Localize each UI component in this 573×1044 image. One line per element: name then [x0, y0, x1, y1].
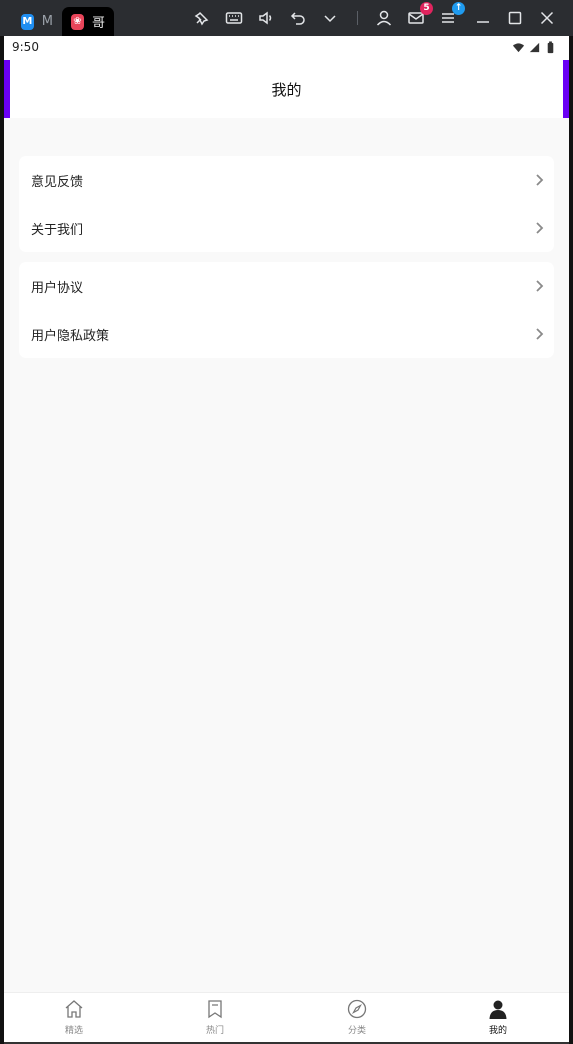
menu-item-user-agreement[interactable]: 用户协议 — [19, 262, 554, 310]
compass-icon — [347, 999, 367, 1019]
volume-icon[interactable] — [257, 9, 275, 27]
wifi-icon — [512, 43, 525, 53]
chevron-right-icon — [532, 173, 546, 187]
tab-label: 热门 — [205, 1026, 224, 1036]
battery-icon — [547, 41, 554, 54]
chevron-down-icon[interactable] — [321, 9, 339, 27]
tab-featured[interactable]: 精选 — [44, 998, 104, 1040]
menu-item-label: 用户协议 — [31, 280, 84, 296]
emulator-tab-2[interactable]: ❀ 哥 — [62, 7, 114, 36]
tab-category[interactable]: 分类 — [327, 998, 387, 1040]
menu-item-label: 关于我们 — [31, 222, 84, 238]
person-icon — [489, 1000, 507, 1019]
bookmark-icon — [208, 1000, 222, 1019]
mail-icon[interactable]: 5 — [407, 2, 433, 27]
close-icon[interactable] — [538, 9, 556, 27]
update-badge: ↑ — [452, 2, 465, 15]
tab-label: M — [41, 14, 53, 29]
tab-label: 哥 — [91, 16, 105, 31]
menu-icon[interactable]: ↑ — [439, 2, 465, 27]
phone-screen: 9:50 我的 意见反馈 关于我们 用户协议 用户隐私政策 精选 热门 分类 我… — [4, 36, 569, 1042]
home-icon — [65, 1000, 83, 1018]
menu-item-label: 用户隐私政策 — [31, 328, 110, 344]
menu-item-privacy-policy[interactable]: 用户隐私政策 — [19, 310, 554, 358]
undo-icon[interactable] — [289, 9, 307, 27]
tab-label: 精选 — [64, 1026, 83, 1036]
menu-group-legal: 用户协议 用户隐私政策 — [19, 262, 554, 358]
chevron-right-icon — [532, 221, 546, 235]
tab-label: 我的 — [488, 1026, 507, 1036]
minimize-icon[interactable] — [474, 9, 492, 27]
menu-item-label: 意见反馈 — [31, 174, 84, 190]
keyboard-icon[interactable] — [225, 9, 243, 27]
app-logo-icon: ❀ — [71, 13, 84, 30]
signal-icon — [529, 42, 540, 53]
app-logo-icon: M — [21, 13, 34, 30]
status-icons — [512, 41, 557, 54]
menu-group-feedback: 意见反馈 关于我们 — [19, 156, 554, 252]
tab-popular[interactable]: 热门 — [185, 998, 245, 1040]
status-bar: 9:50 — [4, 36, 569, 60]
page-title: 我的 — [271, 80, 302, 99]
menu-item-feedback[interactable]: 意见反馈 — [19, 156, 554, 204]
navigation-bar: 我的 — [4, 60, 569, 118]
emulator-titlebar: M M ❀ 哥 5 ↑ — [0, 0, 573, 36]
tab-mine[interactable]: 我的 — [468, 998, 528, 1040]
toolbar-divider — [357, 11, 358, 25]
chevron-right-icon — [532, 279, 546, 293]
chevron-right-icon — [532, 327, 546, 341]
mail-badge: 5 — [420, 2, 433, 15]
pin-icon[interactable] — [193, 9, 211, 27]
tab-label: 分类 — [347, 1026, 366, 1036]
user-icon[interactable] — [375, 9, 393, 27]
status-time: 9:50 — [12, 40, 39, 54]
bottom-tab-bar: 精选 热门 分类 我的 — [4, 992, 569, 1042]
frame-right — [569, 36, 573, 1044]
menu-item-about-us[interactable]: 关于我们 — [19, 204, 554, 252]
emulator-tab-1[interactable]: M M — [12, 7, 62, 36]
maximize-icon[interactable] — [506, 9, 524, 27]
